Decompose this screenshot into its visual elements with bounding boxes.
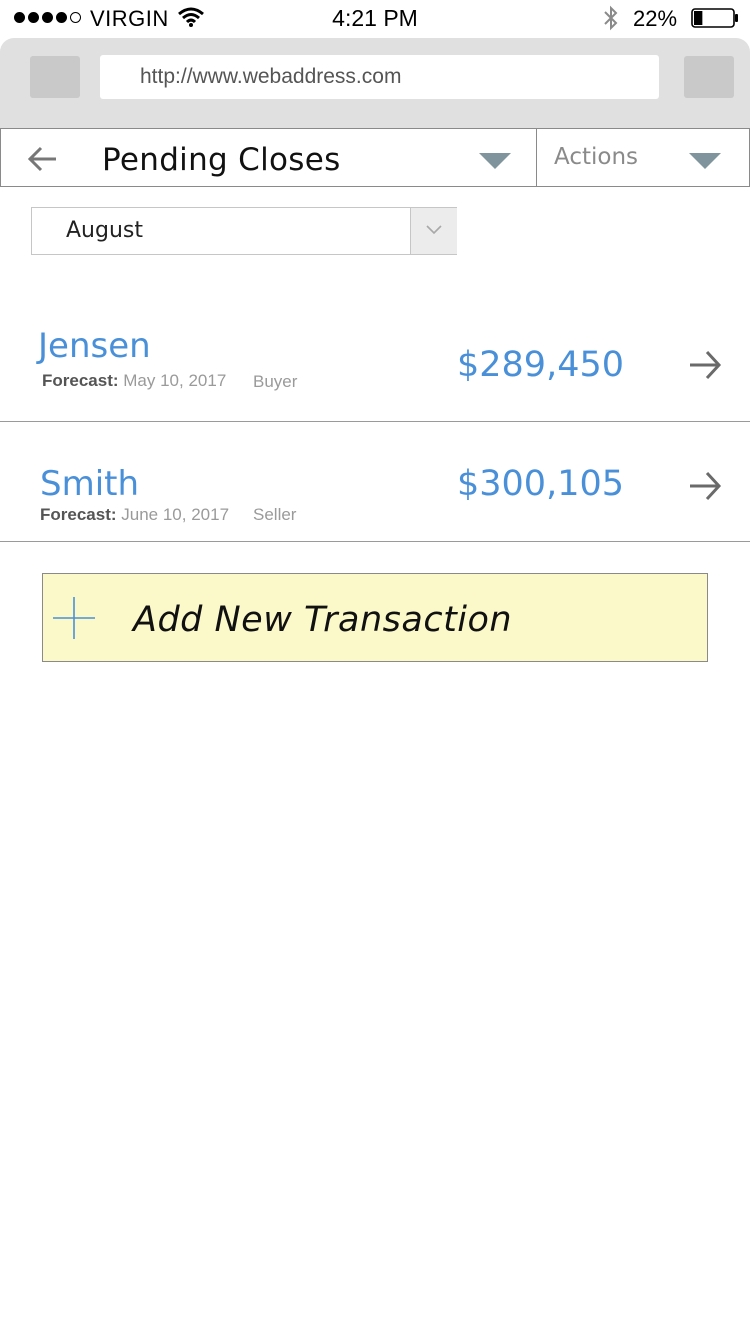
browser-left-button[interactable] <box>30 56 80 98</box>
browser-right-button[interactable] <box>684 56 734 98</box>
arrow-right-icon[interactable] <box>688 469 722 503</box>
status-bar: VIRGIN 4:21 PM 22% <box>0 0 750 36</box>
add-transaction-label: Add New Transaction <box>133 600 513 640</box>
chevron-down-icon <box>426 225 442 235</box>
caret-down-icon <box>689 153 721 169</box>
page-title-dropdown[interactable]: Pending Closes <box>79 128 537 187</box>
bluetooth-icon <box>604 5 618 31</box>
forecast-label: Forecast: <box>42 371 119 390</box>
forecast-date: June 10, 2017 <box>121 505 230 524</box>
actions-label: Actions <box>554 144 639 170</box>
transaction-name[interactable]: Jensen <box>38 326 151 366</box>
forecast-date: May 10, 2017 <box>123 371 227 390</box>
month-select[interactable]: August <box>31 207 457 255</box>
page-header: Pending Closes Actions <box>0 128 750 187</box>
add-transaction-button[interactable]: Add New Transaction <box>42 573 708 662</box>
transaction-forecast: Forecast: May 10, 2017 <box>42 371 226 391</box>
transaction-forecast: Forecast: June 10, 2017 <box>40 505 229 525</box>
plus-icon <box>53 597 95 639</box>
browser-toolbar: http://www.webaddress.com <box>0 38 750 128</box>
transaction-amount: $289,450 <box>457 345 625 385</box>
transaction-name[interactable]: Smith <box>40 464 139 504</box>
page-title: Pending Closes <box>102 142 341 178</box>
actions-dropdown[interactable]: Actions <box>536 128 750 187</box>
transaction-row[interactable]: Smith Forecast: June 10, 2017 Seller $30… <box>0 422 750 542</box>
battery-percent: 22% <box>633 6 678 31</box>
transaction-role: Buyer <box>253 372 298 391</box>
url-field[interactable]: http://www.webaddress.com <box>100 55 659 99</box>
month-select-toggle[interactable] <box>410 208 457 254</box>
transaction-row[interactable]: Jensen Forecast: May 10, 2017 Buyer $289… <box>0 300 750 422</box>
arrow-left-icon <box>27 146 56 172</box>
back-button[interactable] <box>0 128 80 187</box>
caret-down-icon <box>479 153 511 169</box>
transaction-role: Seller <box>253 505 297 524</box>
forecast-label: Forecast: <box>40 505 117 524</box>
battery-icon <box>691 8 738 28</box>
month-select-value: August <box>66 218 143 243</box>
transaction-amount: $300,105 <box>457 464 625 504</box>
arrow-right-icon[interactable] <box>688 348 722 382</box>
